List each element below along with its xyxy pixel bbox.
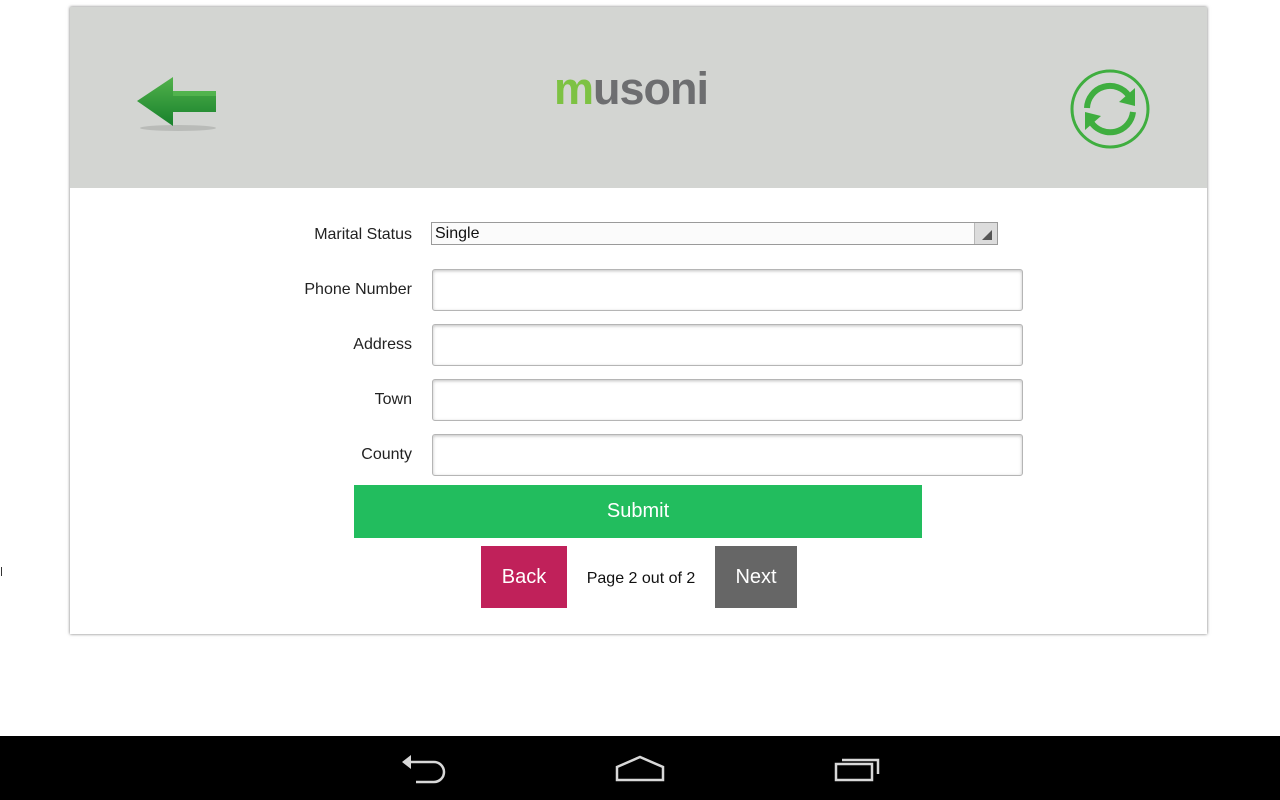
dropdown-caret-icon — [974, 223, 997, 244]
musoni-logo: musoni — [554, 63, 709, 114]
submit-button[interactable]: Submit — [354, 485, 922, 538]
county-input[interactable] — [432, 434, 1023, 476]
marital-status-value: Single — [435, 225, 480, 242]
back-button[interactable]: Back — [481, 546, 567, 608]
sync-refresh-icon[interactable] — [1069, 68, 1151, 150]
town-input[interactable] — [432, 379, 1023, 421]
android-back-icon[interactable] — [394, 750, 454, 786]
android-nav-bar — [0, 736, 1280, 800]
form-card: musoni Marital Status Single Phone Numbe… — [70, 7, 1207, 634]
phone-number-label: Phone Number — [304, 281, 412, 298]
edge-mark — [1, 567, 2, 576]
page-indicator: Page 2 out of 2 — [586, 570, 696, 587]
android-recents-icon[interactable] — [828, 750, 888, 786]
android-home-icon[interactable] — [610, 750, 670, 786]
app-header: musoni — [70, 7, 1207, 188]
next-button[interactable]: Next — [715, 546, 797, 608]
address-input[interactable] — [432, 324, 1023, 366]
marital-status-select[interactable]: Single — [431, 222, 998, 245]
town-label: Town — [374, 391, 412, 408]
address-label: Address — [353, 336, 412, 353]
green-left-arrow-icon[interactable] — [136, 75, 220, 133]
phone-number-input[interactable] — [432, 269, 1023, 311]
marital-status-label: Marital Status — [314, 226, 412, 243]
county-label: County — [361, 446, 412, 463]
